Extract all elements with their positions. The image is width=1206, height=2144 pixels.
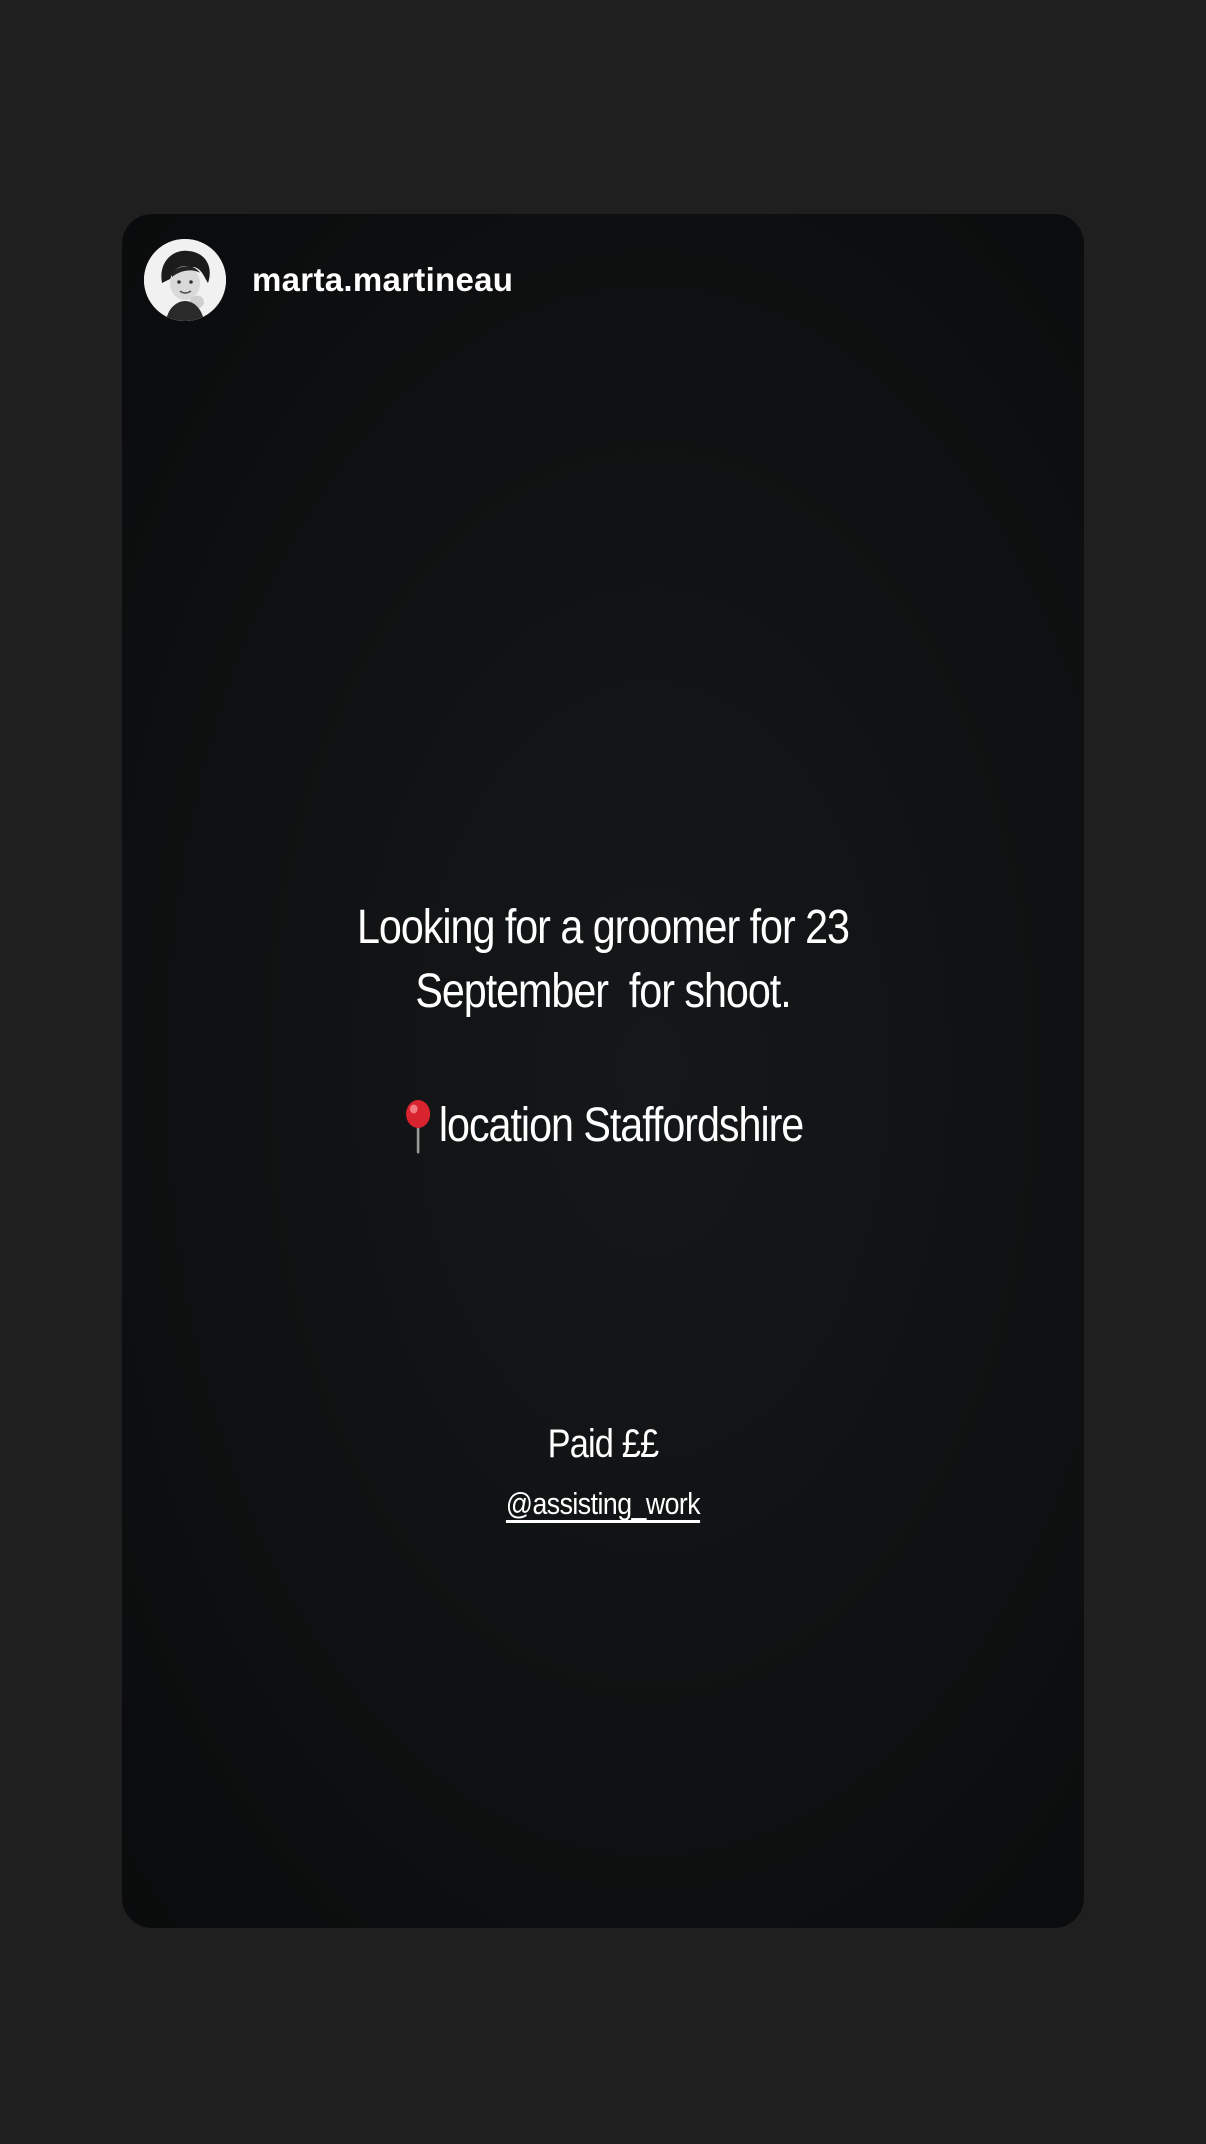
location-line: location Staffordshire xyxy=(189,1094,1016,1158)
mention-link[interactable]: @assisting_work xyxy=(506,1486,701,1521)
round-pushpin-icon xyxy=(406,1100,431,1154)
headline-line-2: September for shoot. xyxy=(415,965,791,1018)
story-headline: Looking for a groomer for 23 September f… xyxy=(189,896,1016,1024)
mention-sticker: @assisting_work xyxy=(189,1482,1016,1526)
story-card[interactable]: marta.martineau Looking for a groomer fo… xyxy=(122,214,1084,1928)
location-text: location Staffordshire xyxy=(438,1099,804,1152)
story-header: marta.martineau xyxy=(144,238,513,322)
story-viewer: marta.martineau Looking for a groomer fo… xyxy=(0,0,1206,2144)
username[interactable]: marta.martineau xyxy=(252,261,513,299)
paid-text: Paid ££ xyxy=(547,1422,660,1466)
profile-avatar[interactable] xyxy=(144,239,226,321)
headline-line-1: Looking for a groomer for 23 xyxy=(356,901,850,954)
